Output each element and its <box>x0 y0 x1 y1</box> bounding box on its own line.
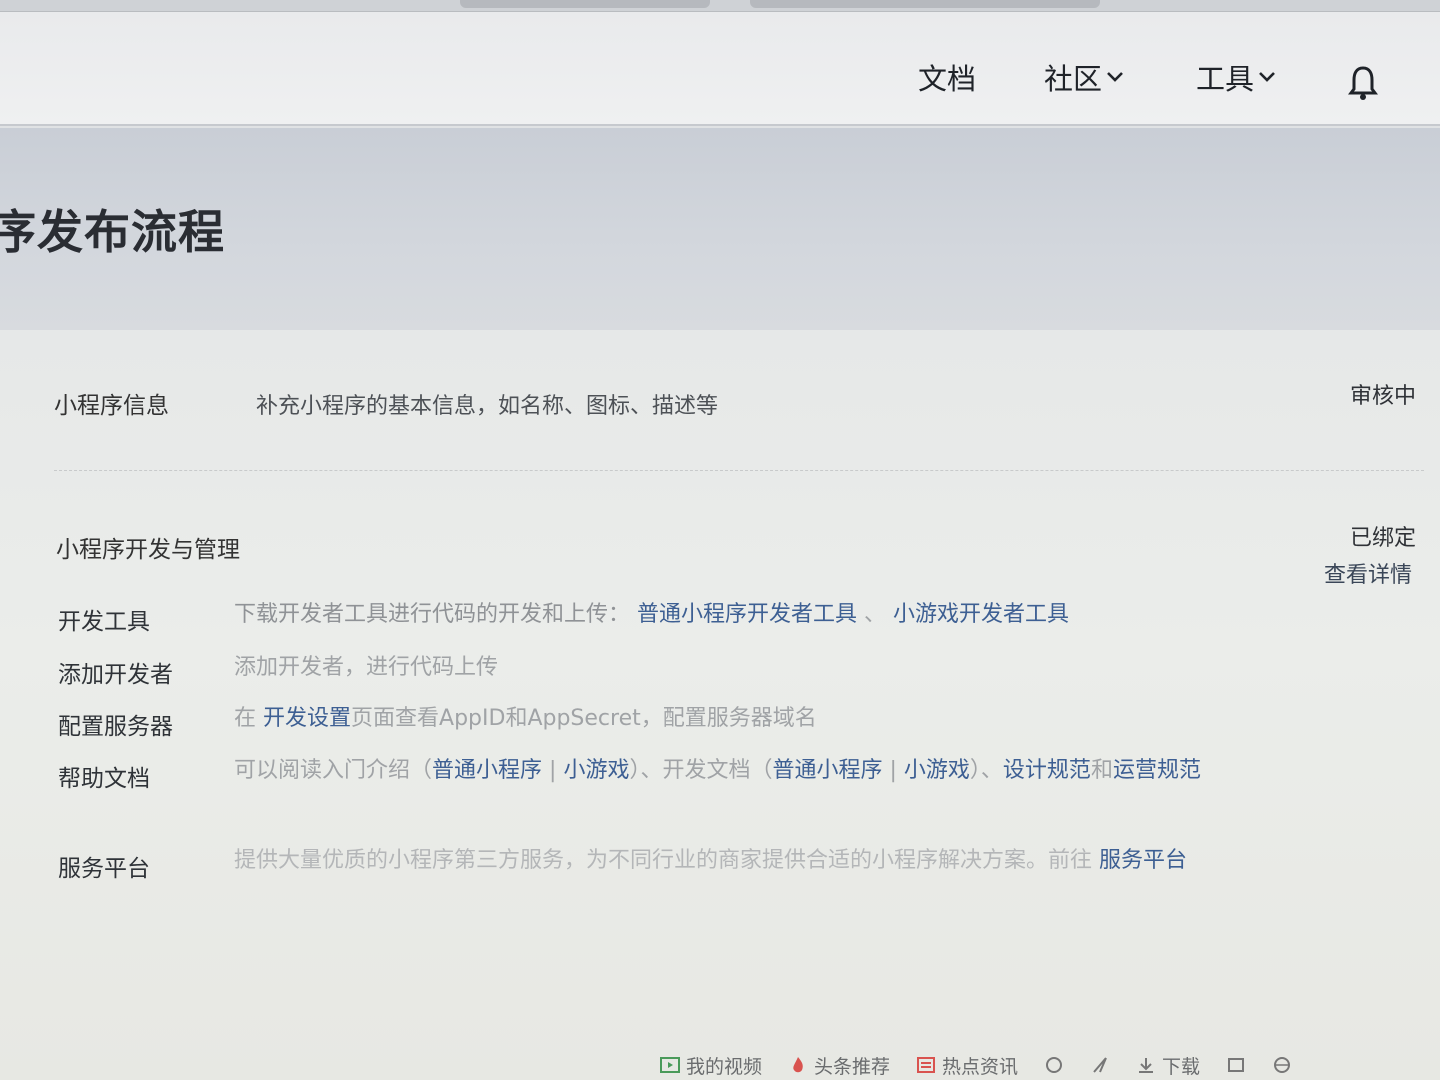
separator: | <box>542 758 564 783</box>
bound-status-badge: 已绑定 <box>1350 526 1417 551</box>
chevron-down-icon <box>1259 72 1275 82</box>
design-guide-link[interactable]: 设计规范 <box>1003 758 1091 783</box>
row-label-help-docs: 帮助文档 <box>58 766 150 792</box>
download-icon <box>1139 1058 1154 1073</box>
docs-normal-link[interactable]: 普通小程序 <box>772 758 882 783</box>
my-video-label: 我的视频 <box>686 1055 763 1078</box>
browser-tab[interactable] <box>750 0 1100 8</box>
puzzle-icon <box>1228 1058 1245 1072</box>
review-status-badge: 审核中 <box>1350 384 1417 409</box>
bell-icon[interactable] <box>1348 64 1378 102</box>
nav-community[interactable]: 社区 <box>1044 56 1124 98</box>
page-title: 序发布流程 <box>0 205 225 259</box>
newspaper-icon <box>917 1057 936 1073</box>
service-platform-link[interactable]: 服务平台 <box>1099 848 1187 873</box>
platform-text: 提供大量优质的小程序第三方服务，为不同行业的商家提供合适的小程序解决方案。前往 <box>234 848 1093 873</box>
extension-button[interactable] <box>1226 1056 1246 1074</box>
section-mini-program-info-label: 小程序信息 <box>54 393 169 419</box>
my-video-button[interactable]: 我的视频 <box>660 1052 762 1079</box>
help-text: ）、开发文档（ <box>629 758 773 783</box>
nav-docs-label: 文档 <box>918 62 977 96</box>
nav-docs[interactable]: 文档 <box>918 56 976 98</box>
browser-tab[interactable] <box>460 0 710 8</box>
section-mini-program-info-desc: 补充小程序的基本信息，如名称、图标、描述等 <box>256 394 719 419</box>
globe-icon <box>1274 1057 1291 1073</box>
normal-devtools-link[interactable]: 普通小程序开发者工具 <box>637 602 857 627</box>
hot-news-label: 热点资讯 <box>942 1055 1019 1078</box>
separator: | <box>882 758 904 783</box>
game-devtools-link[interactable]: 小游戏开发者工具 <box>893 602 1069 627</box>
section-divider <box>54 470 1424 471</box>
download-label: 下载 <box>1162 1055 1201 1078</box>
download-button[interactable]: 下载 <box>1136 1052 1200 1079</box>
view-details-link[interactable]: 查看详情 <box>1324 557 1412 589</box>
video-icon <box>660 1057 680 1073</box>
help-text: 可以阅读入门介绍（ <box>234 758 433 783</box>
row-label-server: 配置服务器 <box>58 714 173 740</box>
row-label-add-developer: 添加开发者 <box>58 662 173 688</box>
operation-guide-link[interactable]: 运营规范 <box>1113 758 1201 783</box>
help-text: ）、 <box>969 758 1003 783</box>
hot-news-button[interactable]: 热点资讯 <box>916 1052 1018 1079</box>
row-desc-add-developer: 添加开发者，进行代码上传 <box>234 655 499 680</box>
docs-game-link[interactable]: 小游戏 <box>904 758 970 783</box>
section-dev-management-label: 小程序开发与管理 <box>56 537 240 563</box>
news-button[interactable]: 头条推荐 <box>788 1052 890 1079</box>
row-desc-devtools: 下载开发者工具进行代码的开发和上传： 普通小程序开发者工具 、 小游戏开发者工具 <box>234 594 1254 635</box>
row-label-service-platform: 服务平台 <box>58 856 150 882</box>
intro-game-link[interactable]: 小游戏 <box>563 758 629 783</box>
row-desc-server: 在 开发设置页面查看AppID和AppSecret，配置服务器域名 <box>234 698 1254 739</box>
row-label-devtools: 开发工具 <box>58 609 150 635</box>
separator: 、 <box>864 602 887 627</box>
browser-button[interactable] <box>1272 1056 1292 1074</box>
help-text: 和 <box>1090 758 1113 783</box>
server-text-pre: 在 <box>234 706 257 731</box>
flame-icon <box>793 1057 803 1073</box>
refresh-button[interactable] <box>1044 1056 1064 1074</box>
top-navigation: 文档 社区 工具 <box>0 12 1440 126</box>
bottom-status-bar: 我的视频 头条推荐 热点资讯 下载 <box>660 1050 1440 1080</box>
row-desc-service-platform: 提供大量优质的小程序第三方服务，为不同行业的商家提供合适的小程序解决方案。前往 … <box>234 840 1254 881</box>
nav-tools-label: 工具 <box>1196 62 1255 96</box>
server-text-post: 页面查看AppID和AppSecret，配置服务器域名 <box>351 706 817 731</box>
row-desc-help-docs: 可以阅读入门介绍（普通小程序 | 小游戏）、开发文档（普通小程序 | 小游戏）、… <box>234 750 1254 791</box>
news-label: 头条推荐 <box>814 1055 891 1078</box>
refresh-icon <box>1046 1057 1063 1073</box>
rocket-button[interactable] <box>1090 1056 1110 1074</box>
dev-settings-link[interactable]: 开发设置 <box>263 706 351 731</box>
nav-tools[interactable]: 工具 <box>1196 56 1276 98</box>
rocket-icon <box>1093 1057 1107 1073</box>
nav-community-label: 社区 <box>1044 62 1103 96</box>
browser-tab-strip <box>0 0 1440 12</box>
chevron-down-icon <box>1107 72 1123 82</box>
intro-normal-link[interactable]: 普通小程序 <box>432 758 542 783</box>
devtools-text: 下载开发者工具进行代码的开发和上传： <box>234 602 631 627</box>
